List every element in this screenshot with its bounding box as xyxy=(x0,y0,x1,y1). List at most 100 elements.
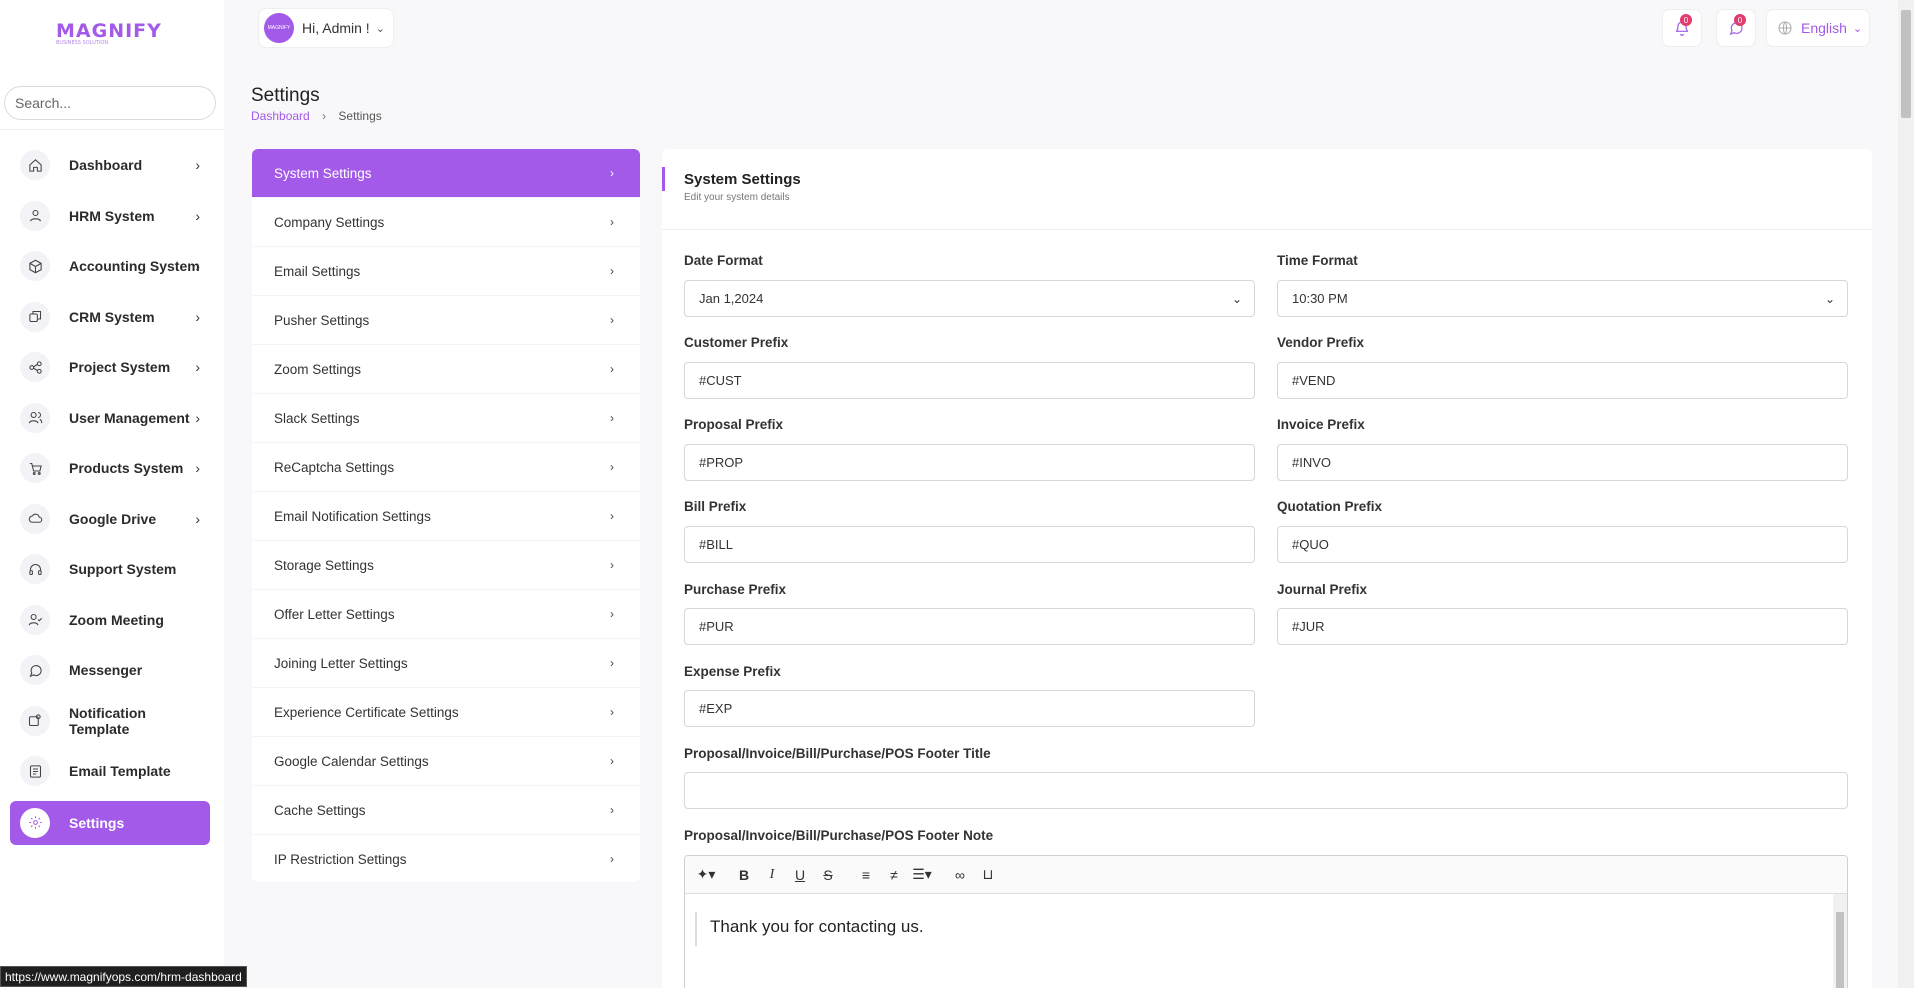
language-selector[interactable]: English ⌄ xyxy=(1766,9,1870,47)
sidebar-item-notification-template[interactable]: Notification Template xyxy=(10,696,210,747)
time-format-label: Time Format xyxy=(1277,253,1358,268)
sidebar-item-accounting-system[interactable]: Accounting System › xyxy=(10,241,210,292)
chevron-right-icon: › xyxy=(195,460,200,477)
panel-subtitle: Edit your system details xyxy=(684,192,790,203)
breadcrumb-dashboard-link[interactable]: Dashboard xyxy=(251,109,310,123)
unlink-icon[interactable]: ⊔ xyxy=(975,862,1001,888)
time-format-select[interactable]: 10:30 PM ⌄ xyxy=(1277,280,1848,317)
settings-menu-item-cache-settings[interactable]: Cache Settings › xyxy=(252,786,640,835)
footer-title-input[interactable] xyxy=(684,772,1848,809)
editor-scrollbar[interactable] xyxy=(1833,894,1847,988)
settings-menu-item-ip-restriction-settings[interactable]: IP Restriction Settings › xyxy=(252,835,640,882)
sidebar-item-google-drive[interactable]: Google Drive › xyxy=(10,494,210,545)
footer-title-label: Proposal/Invoice/Bill/Purchase/POS Foote… xyxy=(684,746,991,761)
expense-prefix-input[interactable]: #EXP xyxy=(684,690,1255,727)
align-icon[interactable]: ☰▾ xyxy=(909,862,935,888)
underline-button[interactable]: U xyxy=(787,862,813,888)
settings-menu-item-experience-certificate-settings[interactable]: Experience Certificate Settings › xyxy=(252,688,640,737)
user-menu[interactable]: MAGNIFY Hi, Admin ! ⌄ xyxy=(258,8,394,48)
customer-prefix-input[interactable]: #CUST xyxy=(684,362,1255,399)
chevron-right-icon: › xyxy=(610,215,614,229)
page-scrollbar-thumb[interactable] xyxy=(1901,10,1911,118)
sidebar-item-project-system[interactable]: Project System › xyxy=(10,342,210,393)
settings-menu-item-email-notification-settings[interactable]: Email Notification Settings › xyxy=(252,492,640,541)
settings-menu-label: Cache Settings xyxy=(274,802,366,818)
sidebar-item-label: Settings xyxy=(69,814,125,831)
footer-note-label: Proposal/Invoice/Bill/Purchase/POS Foote… xyxy=(684,828,994,843)
sidebar-item-crm-system[interactable]: CRM System › xyxy=(10,292,210,343)
chevron-right-icon: › xyxy=(610,558,614,572)
settings-menu-item-joining-letter-settings[interactable]: Joining Letter Settings › xyxy=(252,639,640,688)
sidebar-item-label: HRM System xyxy=(69,207,155,224)
footer-note-text: Thank you for contacting us. xyxy=(695,912,1847,946)
purchase-prefix-label: Purchase Prefix xyxy=(684,582,787,597)
numbered-list-icon[interactable]: ≠ xyxy=(881,862,907,888)
sidebar-item-label: Email Template xyxy=(69,763,171,780)
journal-prefix-input[interactable]: #JUR xyxy=(1277,608,1848,645)
strikethrough-button[interactable]: S xyxy=(815,862,841,888)
settings-menu-label: Email Settings xyxy=(274,263,361,279)
link-icon[interactable]: ∞ xyxy=(947,862,973,888)
system-settings-panel: System Settings Edit your system details… xyxy=(662,149,1872,988)
bold-button[interactable]: B xyxy=(731,862,757,888)
invoice-prefix-input[interactable]: #INVO xyxy=(1277,444,1848,481)
sidebar-item-email-template[interactable]: Email Template xyxy=(10,746,210,797)
sidebar-item-support-system[interactable]: Support System xyxy=(10,544,210,595)
notifications-button[interactable]: 0 xyxy=(1662,9,1702,47)
bill-prefix-input[interactable]: #BILL xyxy=(684,526,1255,563)
cloud-icon xyxy=(20,503,50,534)
sidebar-item-dashboard[interactable]: Dashboard › xyxy=(10,140,210,191)
settings-menu-label: Storage Settings xyxy=(274,557,374,573)
sidebar-item-user-management[interactable]: User Management › xyxy=(10,393,210,444)
search-input[interactable] xyxy=(4,86,216,120)
chevron-right-icon: › xyxy=(610,166,614,180)
date-format-select[interactable]: Jan 1,2024 ⌄ xyxy=(684,280,1255,317)
sidebar-item-messenger[interactable]: Messenger xyxy=(10,645,210,696)
user-check-icon xyxy=(20,604,50,635)
headset-icon xyxy=(20,554,50,585)
settings-menu-item-slack-settings[interactable]: Slack Settings › xyxy=(252,394,640,443)
chevron-right-icon: › xyxy=(195,359,200,376)
app-logo[interactable]: MAGNIFY BUSINESS SOLUTION xyxy=(56,20,162,46)
editor-scrollbar-thumb[interactable] xyxy=(1836,912,1844,988)
sidebar-item-label: Dashboard xyxy=(69,157,143,174)
messages-button[interactable]: 0 xyxy=(1716,9,1756,47)
settings-menu-item-offer-letter-settings[interactable]: Offer Letter Settings › xyxy=(252,590,640,639)
settings-menu-item-pusher-settings[interactable]: Pusher Settings › xyxy=(252,296,640,345)
quotation-prefix-input[interactable]: #QUO xyxy=(1277,526,1848,563)
sidebar-item-settings[interactable]: Settings xyxy=(10,800,210,845)
sidebar-item-zoom-meeting[interactable]: Zoom Meeting xyxy=(10,595,210,646)
sidebar-item-label: CRM System xyxy=(69,308,155,325)
proposal-prefix-input[interactable]: #PROP xyxy=(684,444,1255,481)
settings-menu-item-email-settings[interactable]: Email Settings › xyxy=(252,247,640,296)
bullet-list-icon[interactable]: ≡ xyxy=(853,862,879,888)
purchase-prefix-input[interactable]: #PUR xyxy=(684,608,1255,645)
editor-content[interactable]: Thank you for contacting us. xyxy=(685,894,1847,946)
sidebar-item-products-system[interactable]: Products System › xyxy=(10,443,210,494)
sidebar-item-hrm-system[interactable]: HRM System › xyxy=(10,191,210,242)
settings-menu-item-zoom-settings[interactable]: Zoom Settings › xyxy=(252,345,640,394)
expense-prefix-label: Expense Prefix xyxy=(684,664,781,679)
chevron-right-icon: › xyxy=(195,308,200,325)
page-scrollbar[interactable] xyxy=(1898,0,1914,988)
settings-menu-item-recaptcha-settings[interactable]: ReCaptcha Settings › xyxy=(252,443,640,492)
date-format-value: Jan 1,2024 xyxy=(699,291,764,306)
settings-menu-item-company-settings[interactable]: Company Settings › xyxy=(252,198,640,247)
sidebar-item-label: Messenger xyxy=(69,662,143,679)
users-icon xyxy=(20,402,50,433)
notification-icon xyxy=(20,705,50,736)
settings-menu-item-system-settings[interactable]: System Settings › xyxy=(252,149,640,198)
magic-wand-style-icon[interactable]: ✦▾ xyxy=(693,862,719,888)
vendor-prefix-input[interactable]: #VEND xyxy=(1277,362,1848,399)
sidebar-divider xyxy=(0,129,224,130)
user-icon xyxy=(20,200,50,231)
chevron-down-icon: ⌄ xyxy=(1824,291,1835,306)
chevron-right-icon: › xyxy=(195,258,200,275)
settings-menu-item-storage-settings[interactable]: Storage Settings › xyxy=(252,541,640,590)
chevron-right-icon: › xyxy=(610,705,614,719)
settings-menu-item-google-calendar-settings[interactable]: Google Calendar Settings › xyxy=(252,737,640,786)
globe-icon xyxy=(1778,21,1792,35)
chevron-right-icon: › xyxy=(610,656,614,670)
footer-note-editor: ✦▾ B I U S ≡ ≠ ☰▾ ∞ ⊔ Thank you for cont… xyxy=(684,855,1848,988)
italic-button[interactable]: I xyxy=(759,862,785,888)
